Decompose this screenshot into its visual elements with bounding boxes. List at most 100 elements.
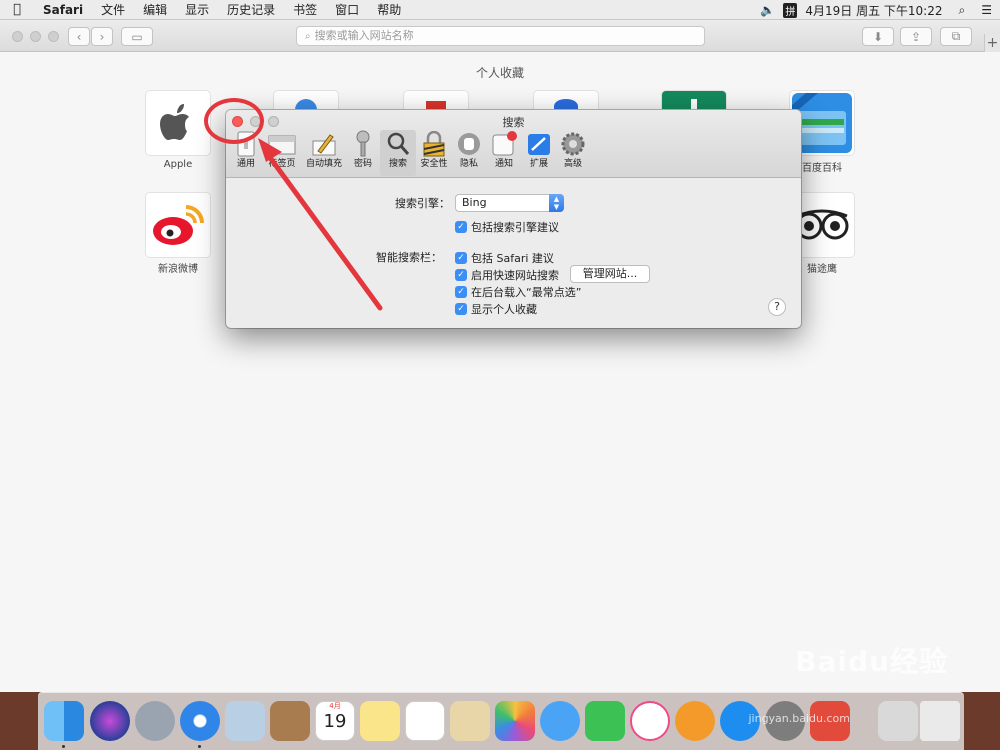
notification-center-icon[interactable]: ☰ — [973, 3, 1000, 17]
tab-tabs[interactable]: 标签页 — [264, 130, 300, 176]
zoom-window-button[interactable] — [48, 31, 59, 42]
checkbox-label: 在后台载入“最常点选” — [471, 286, 582, 299]
messages-icon[interactable] — [540, 701, 580, 741]
tab-overview-button[interactable]: ⧉ — [940, 27, 972, 46]
menu-view[interactable]: 显示 — [176, 0, 218, 20]
calendar-icon[interactable]: 4月 19 — [315, 701, 355, 741]
safari-icon[interactable] — [180, 701, 220, 741]
checkmark-icon: ✓ — [455, 252, 467, 264]
gear-icon — [561, 132, 585, 156]
running-indicator — [62, 745, 65, 748]
address-bar[interactable]: ⌕ 搜索或输入网站名称 — [296, 26, 705, 46]
downloads-stack-icon[interactable] — [878, 701, 918, 741]
ibooks-icon[interactable] — [675, 701, 715, 741]
share-button[interactable]: ⇪ — [900, 27, 932, 46]
favorite-apple[interactable] — [146, 91, 210, 155]
search-engine-label: 搜索引擎： — [395, 197, 450, 210]
search-preferences-pane: 搜索引擎： Bing ▲ ▼ ✓ 包括搜索引擎建议 智能搜索栏： ✓ 包括 Safar… — [226, 178, 801, 328]
notes-icon[interactable] — [360, 701, 400, 741]
include-safari-suggestions-checkbox[interactable]: ✓ 包括 Safari 建议 — [455, 250, 554, 266]
minimize-window-button[interactable] — [30, 31, 41, 42]
watermark-logo: Baidu经验 — [795, 645, 948, 678]
tab-advanced[interactable]: 高级 — [555, 130, 591, 176]
smart-search-field-label: 智能搜索栏： — [376, 251, 442, 264]
trash-icon[interactable] — [920, 701, 960, 741]
include-search-suggestions-checkbox[interactable]: ✓ 包括搜索引擎建议 — [455, 219, 559, 235]
input-method-icon[interactable]: 拼 — [783, 2, 798, 18]
photos-icon[interactable] — [495, 701, 535, 741]
chevron-updown-icon: ▲ ▼ — [549, 194, 564, 212]
mail-icon[interactable] — [225, 701, 265, 741]
checkbox-label: 包括搜索引擎建议 — [471, 221, 559, 234]
address-placeholder: 搜索或输入网站名称 — [314, 29, 414, 42]
menu-app-name[interactable]: Safari — [34, 0, 92, 20]
lock-icon — [423, 131, 445, 157]
menu-history[interactable]: 历史记录 — [218, 0, 284, 20]
checkbox-label: 显示个人收藏 — [471, 303, 537, 316]
notification-icon — [492, 131, 517, 156]
checkmark-icon: ✓ — [455, 221, 467, 233]
preferences-toolbar: 搜索 通用 标签页 自动填充 密码 搜索 安全性 隐私 通知 扩展 高级 — [226, 110, 801, 178]
annotation-circle — [204, 98, 264, 144]
search-engine-value: Bing — [462, 196, 487, 209]
puzzle-icon — [528, 134, 550, 155]
itunes-icon[interactable] — [630, 701, 670, 741]
menu-bar:  Safari 文件 编辑 显示 历史记录 书签 窗口 帮助 🔈 拼 4月19… — [0, 0, 1000, 20]
calendar-day: 19 — [323, 711, 347, 732]
close-window-button[interactable] — [12, 31, 23, 42]
search-icon: ⌕ — [305, 31, 311, 42]
preview-icon[interactable] — [450, 701, 490, 741]
sidebar-button[interactable]: ▭ — [121, 27, 153, 46]
downloads-button[interactable]: ⬇ — [862, 27, 894, 46]
reminders-icon[interactable] — [405, 701, 445, 741]
finder-icon[interactable] — [44, 701, 84, 741]
menu-window[interactable]: 窗口 — [326, 0, 368, 20]
apple-icon — [160, 104, 189, 140]
preload-top-hit-checkbox[interactable]: ✓ 在后台载入“最常点选” — [455, 284, 581, 300]
help-button[interactable]: ? — [768, 298, 786, 316]
facetime-icon[interactable] — [585, 701, 625, 741]
favorite-label: Apple — [163, 159, 193, 170]
tab-label: 高级 — [563, 159, 582, 169]
forward-button[interactable]: › — [91, 27, 113, 46]
favorite-weibo[interactable] — [146, 193, 210, 257]
checkmark-icon: ✓ — [455, 286, 467, 298]
weibo-icon — [153, 205, 204, 245]
favorite-label: 新浪微博 — [158, 264, 198, 275]
menu-help[interactable]: 帮助 — [368, 0, 410, 20]
search-icon — [387, 132, 410, 155]
back-button[interactable]: ‹ — [68, 27, 90, 46]
preferences-title: 搜索 — [502, 116, 525, 129]
tabs-icon — [268, 135, 296, 155]
checkbox-label: 启用快速网站搜索 — [471, 269, 559, 282]
menu-edit[interactable]: 编辑 — [134, 0, 176, 20]
volume-icon[interactable]: 🔈 — [752, 3, 783, 17]
favorites-title: 个人收藏 — [475, 66, 524, 80]
contacts-icon[interactable] — [270, 701, 310, 741]
key-icon — [356, 130, 370, 157]
preferences-window: 搜索 通用 标签页 自动填充 密码 搜索 安全性 隐私 通知 扩展 高级 搜索引… — [226, 110, 801, 328]
spotlight-icon[interactable]: ⌕ — [951, 3, 974, 18]
manage-websites-button[interactable]: 管理网站... — [570, 265, 650, 283]
clock[interactable]: 4月19日 周五 下午10:22 — [797, 2, 950, 19]
menu-bookmarks[interactable]: 书签 — [284, 0, 326, 20]
launchpad-icon[interactable] — [135, 701, 175, 741]
checkbox-label: 包括 Safari 建议 — [471, 252, 554, 265]
watermark-url: jingyan.baidu.com — [748, 712, 850, 725]
menu-file[interactable]: 文件 — [92, 0, 134, 20]
tripadvisor-icon — [795, 209, 849, 240]
calendar-month: 4月 — [329, 702, 341, 710]
hand-icon — [458, 133, 480, 155]
quick-website-search-checkbox[interactable]: ✓ 启用快速网站搜索 — [455, 267, 559, 283]
show-favorites-checkbox[interactable]: ✓ 显示个人收藏 — [455, 301, 537, 317]
safari-toolbar: ‹ › ▭ ⌕ 搜索或输入网站名称 ⬇ ⇪ ⧉ + — [0, 20, 1000, 52]
search-engine-select[interactable]: Bing ▲ ▼ — [455, 194, 564, 212]
checkmark-icon: ✓ — [455, 303, 467, 315]
apple-menu-icon[interactable]:  — [0, 2, 34, 17]
siri-icon[interactable] — [90, 701, 130, 741]
autofill-icon — [312, 134, 336, 156]
baidu-baike-icon — [792, 93, 852, 153]
new-tab-button[interactable]: + — [984, 34, 1000, 52]
running-indicator — [198, 745, 201, 748]
checkmark-icon: ✓ — [455, 269, 467, 281]
